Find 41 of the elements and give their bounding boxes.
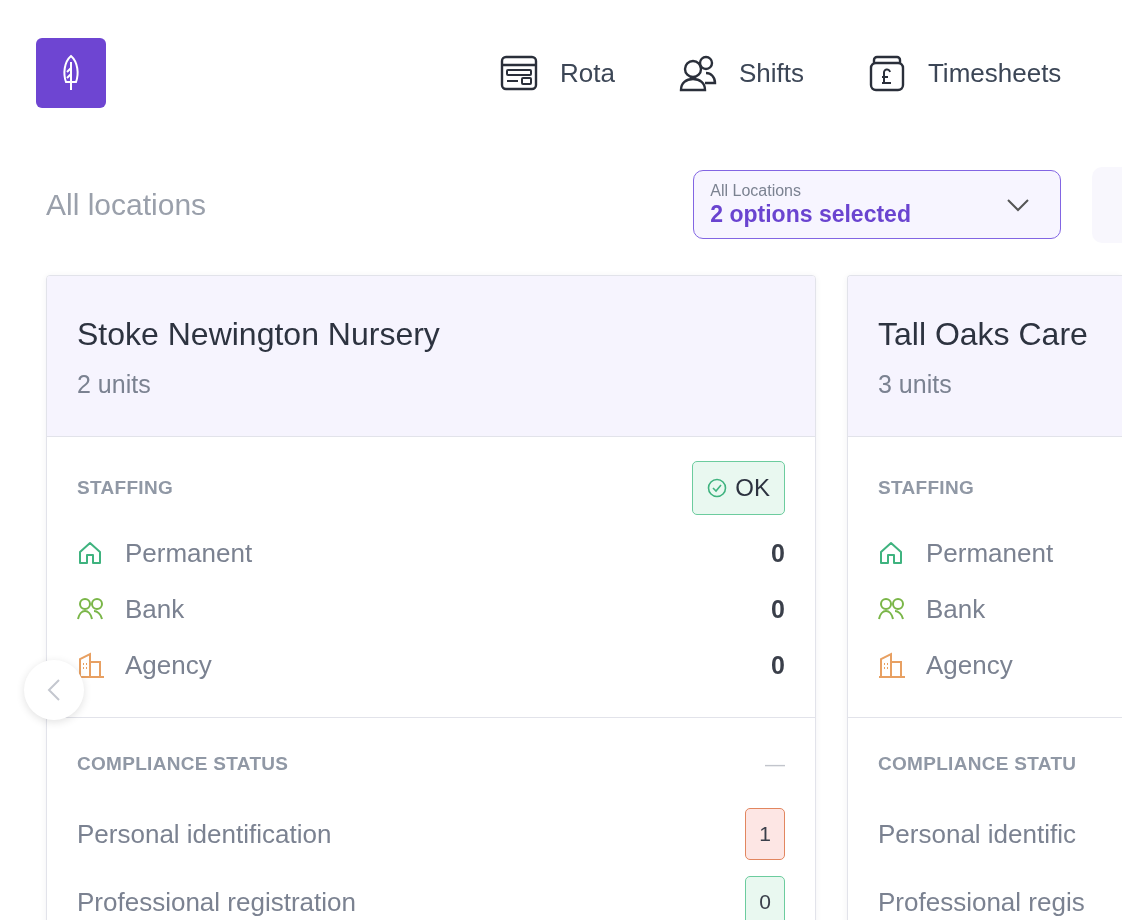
staff-type-label: Agency [926,649,1014,681]
chevron-left-icon [47,678,61,702]
location-dropdown[interactable]: All Locations 2 options selected [693,170,1062,239]
buildings-icon [878,652,906,678]
staff-type-label: Permanent [926,537,1055,569]
staff-type-label: Permanent [125,537,254,569]
chevron-down-icon [1006,197,1031,212]
section-label: STAFFING [878,477,974,499]
page-title: All locations [46,187,208,222]
count-badge: 1 [745,808,785,860]
calendar-grid-icon [500,54,538,92]
nav-link[interactable]: Timesheets [867,54,1062,92]
unit-count: 2 units [77,369,152,399]
staff-count: 0 [771,650,785,680]
card-title: Tall Oaks Care [878,315,1089,354]
staff-type-label: Agency [125,649,213,681]
people-icon [678,54,717,92]
card-title: Stoke Newington Nursery [77,315,441,354]
pound-folder-icon [867,54,906,92]
section-label: COMPLIANCE STATUS [77,753,289,775]
count-badge: 0 [745,876,785,920]
status-badge: OK [692,461,785,515]
compliance-item: Professional registration [77,886,357,918]
compliance-item: Professional regis [878,886,1086,918]
previous-button[interactable] [24,660,84,720]
nav-link[interactable]: Shifts [678,54,804,92]
unit-count: 3 units [878,369,953,399]
compliance-item: Personal identific [878,818,1077,850]
logo-icon[interactable] [36,38,106,108]
compliance-item: Personal identification [77,818,333,850]
staff-type-label: Bank [926,593,987,625]
section-label: STAFFING [77,477,173,499]
people-icon [878,596,906,622]
nav-link[interactable]: Rota [500,54,615,92]
staff-type-label: Bank [125,593,186,625]
section-label: COMPLIANCE STATU [878,753,1077,775]
check-circle-icon [707,478,728,498]
buildings-icon [77,652,105,678]
staff-count: 0 [771,594,785,624]
people-icon [77,596,105,622]
staff-count: 0 [771,538,785,568]
